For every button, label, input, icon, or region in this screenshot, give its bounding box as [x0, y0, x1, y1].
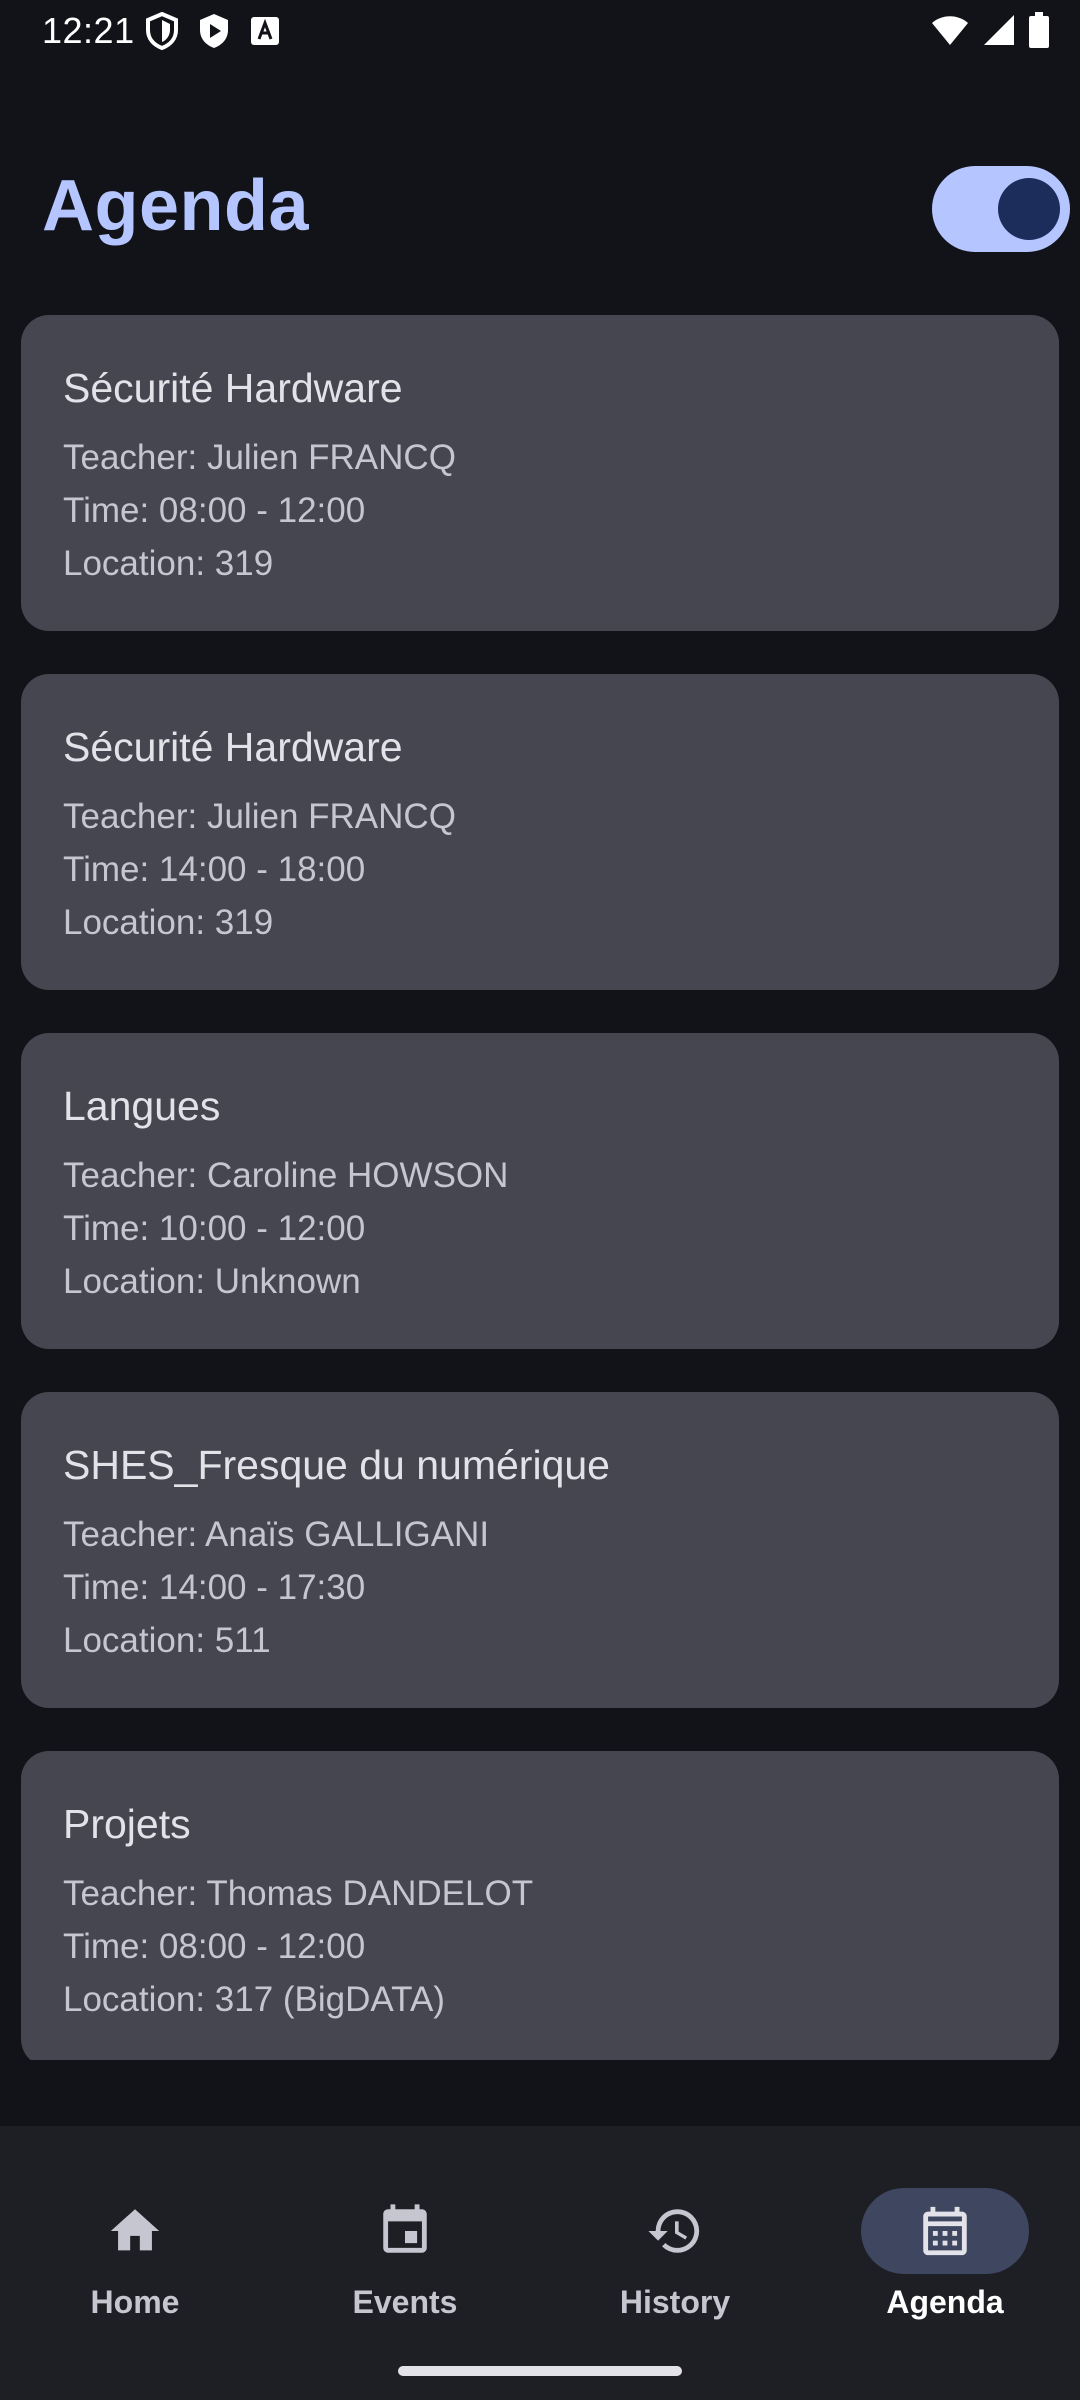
- agenda-card[interactable]: SHES_Fresque du numérique Teacher: Anaïs…: [21, 1392, 1059, 1708]
- nav-label-history: History: [619, 2284, 731, 2320]
- course-location: Location: 319: [63, 544, 274, 583]
- home-icon: [106, 2202, 164, 2260]
- course-teacher: Teacher: Julien FRANCQ: [63, 438, 456, 477]
- course-time: Time: 08:00 - 12:00: [63, 491, 366, 530]
- course-time: Time: 14:00 - 17:30: [63, 1568, 366, 1607]
- course-title: Sécurité Hardware: [63, 365, 403, 411]
- play-protect-icon: [197, 12, 231, 55]
- course-time: Time: 10:00 - 12:00: [63, 1209, 366, 1248]
- shield-icon: [145, 11, 179, 55]
- course-title: Projets: [63, 1801, 191, 1847]
- agenda-card[interactable]: Langues Teacher: Caroline HOWSON Time: 1…: [21, 1033, 1059, 1349]
- course-location: Location: 511: [63, 1621, 271, 1660]
- course-location: Location: Unknown: [63, 1262, 361, 1301]
- nav-label-agenda: Agenda: [886, 2284, 1004, 2320]
- nav-item-agenda[interactable]: Agenda: [810, 2158, 1080, 2320]
- course-teacher: Teacher: Julien FRANCQ: [63, 797, 456, 836]
- page-title: Agenda: [42, 166, 310, 246]
- agenda-screen: 12:21 Agenda Sécurité Hardware Teacher: …: [0, 0, 1080, 2400]
- calendar-event-icon: [376, 2202, 434, 2260]
- course-teacher: Teacher: Thomas DANDELOT: [63, 1874, 534, 1913]
- calendar-month-icon: [916, 2202, 974, 2260]
- status-left-icons: [145, 11, 281, 55]
- nav-label-home: Home: [90, 2284, 180, 2320]
- signal-icon: [982, 13, 1016, 52]
- nav-item-events[interactable]: Events: [270, 2158, 540, 2320]
- course-time: Time: 08:00 - 12:00: [63, 1927, 366, 1966]
- status-time: 12:21: [42, 10, 135, 51]
- nav-label-events: Events: [352, 2284, 458, 2320]
- agenda-card[interactable]: Projets Teacher: Thomas DANDELOT Time: 0…: [21, 1751, 1059, 2060]
- course-title: SHES_Fresque du numérique: [63, 1442, 610, 1488]
- course-teacher: Teacher: Caroline HOWSON: [63, 1156, 509, 1195]
- toggle-knob: [998, 178, 1060, 240]
- gesture-home-indicator[interactable]: [398, 2366, 682, 2376]
- course-teacher: Teacher: Anaïs GALLIGANI: [63, 1515, 490, 1554]
- status-bar: 12:21: [0, 0, 1080, 64]
- history-icon: [646, 2202, 704, 2260]
- bottom-navigation: Home Events History Agenda: [0, 2126, 1080, 2400]
- course-title: Langues: [63, 1083, 221, 1129]
- theme-toggle-switch[interactable]: [932, 166, 1070, 252]
- course-time: Time: 14:00 - 18:00: [63, 850, 366, 889]
- agenda-list[interactable]: Sécurité Hardware Teacher: Julien FRANCQ…: [21, 315, 1059, 2060]
- course-location: Location: 317 (BigDATA): [63, 1980, 445, 2019]
- course-title: Sécurité Hardware: [63, 724, 403, 770]
- agenda-card[interactable]: Sécurité Hardware Teacher: Julien FRANCQ…: [21, 674, 1059, 990]
- nav-item-history[interactable]: History: [540, 2158, 810, 2320]
- nav-item-home[interactable]: Home: [0, 2158, 270, 2320]
- battery-icon: [1028, 12, 1050, 53]
- wifi-icon: [930, 13, 970, 52]
- status-right-icons: [930, 12, 1050, 53]
- font-a-icon: [249, 15, 281, 52]
- course-location: Location: 319: [63, 903, 274, 942]
- agenda-card[interactable]: Sécurité Hardware Teacher: Julien FRANCQ…: [21, 315, 1059, 631]
